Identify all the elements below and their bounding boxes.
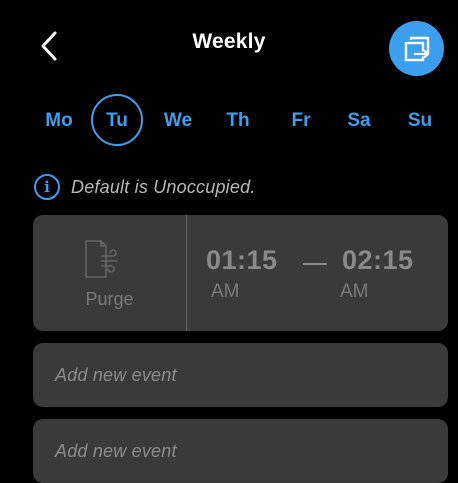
event-mode: Purge: [33, 215, 186, 331]
event-start-time: 01:15: [206, 245, 278, 275]
day-label: Fr: [291, 110, 311, 131]
header: Weekly: [0, 0, 458, 90]
day-thursday[interactable]: Th: [212, 94, 264, 148]
info-text: Default is Unoccupied.: [71, 176, 256, 197]
event-divider: [186, 215, 187, 331]
day-label: Mo: [45, 110, 73, 131]
day-label: Th: [226, 110, 250, 131]
event-mode-label: Purge: [85, 289, 134, 309]
add-event-label: Add new event: [55, 365, 177, 385]
day-saturday[interactable]: Sa: [333, 94, 385, 148]
event-start-period: AM: [211, 281, 240, 302]
selected-day-ring: [91, 94, 143, 146]
info-icon: i: [34, 174, 60, 200]
event-end-period: AM: [340, 281, 369, 302]
day-sunday[interactable]: Su: [394, 94, 446, 148]
copy-schedule-icon: [404, 36, 429, 61]
add-event-button[interactable]: Add new event: [33, 343, 448, 407]
day-selector: Mo Tu We Th Fr Sa Su: [0, 94, 458, 148]
event-card[interactable]: Purge 01:15 02:15 AM AM: [33, 215, 448, 331]
event-time-range: 01:15 02:15 AM AM: [206, 215, 448, 331]
add-event-label: Add new event: [55, 441, 177, 461]
day-friday[interactable]: Fr: [275, 94, 327, 148]
day-label: Sa: [347, 110, 371, 131]
day-monday[interactable]: Mo: [33, 94, 85, 148]
day-wednesday[interactable]: We: [152, 94, 204, 148]
event-end-time: 02:15: [342, 245, 414, 275]
info-message: i Default is Unoccupied.: [34, 172, 256, 202]
purge-icon: [85, 240, 118, 278]
day-tuesday[interactable]: Tu: [91, 94, 143, 148]
time-range-dash: [303, 263, 327, 265]
day-label: We: [163, 110, 193, 131]
day-label: Su: [407, 110, 433, 131]
add-event-button[interactable]: Add new event: [33, 419, 448, 483]
copy-schedule-button[interactable]: [389, 21, 444, 76]
